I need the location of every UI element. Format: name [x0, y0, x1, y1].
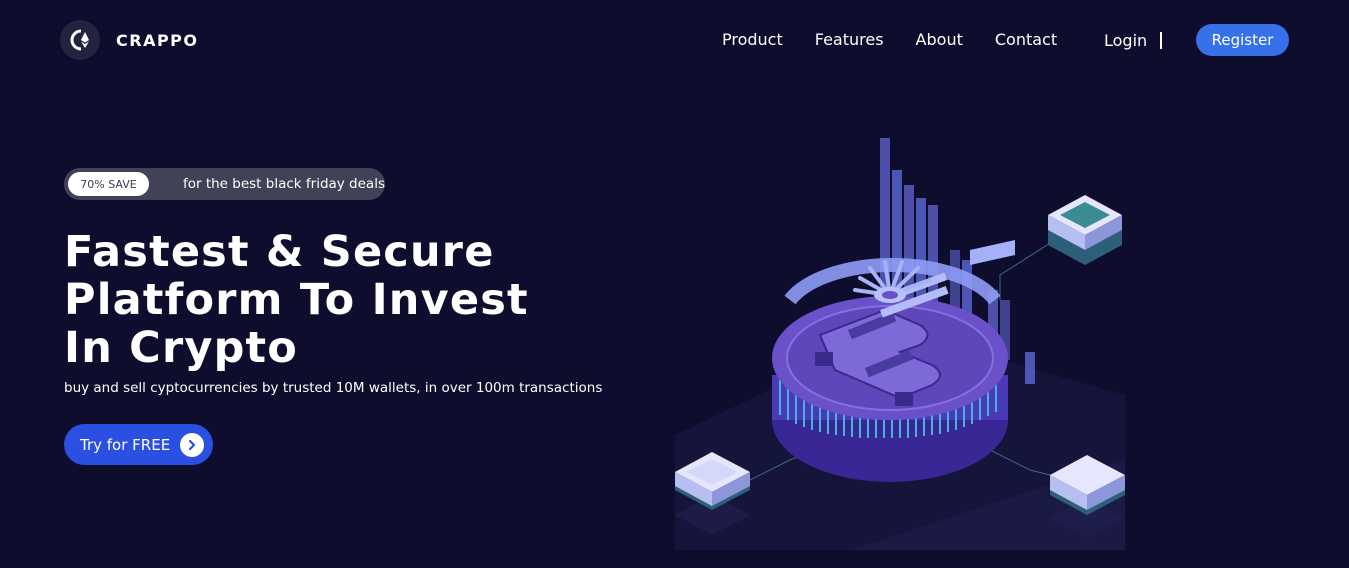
promo-text: for the best black friday deals: [182, 176, 385, 192]
chevron-right-icon: [180, 432, 205, 457]
promo-badge: 70% SAVE for the best black friday deals: [64, 168, 385, 200]
hero-headline: Fastest & Secure Platform To Invest In C…: [64, 227, 529, 373]
register-button[interactable]: Register: [1196, 24, 1289, 56]
nav-link-contact[interactable]: Contact: [995, 30, 1057, 49]
nav-link-features[interactable]: Features: [815, 30, 884, 49]
bitcoin-coin-network-illustration: [675, 138, 1125, 550]
ethereum-icon: [60, 20, 100, 60]
page: CRAPPO Product Features About Contact Lo…: [0, 0, 1349, 568]
nav-link-about[interactable]: About: [916, 30, 963, 49]
top-nav: CRAPPO Product Features About Contact Lo…: [0, 0, 1349, 82]
save-pill: 70% SAVE: [68, 172, 149, 196]
try-free-label: Try for FREE: [80, 435, 171, 454]
login-link[interactable]: Login: [1104, 31, 1147, 50]
hero-subline: buy and sell cyptocurrencies by trusted …: [64, 380, 603, 396]
brand-name: CRAPPO: [116, 30, 199, 50]
try-free-button[interactable]: Try for FREE: [64, 424, 213, 465]
nav-links: Product Features About Contact: [722, 30, 1089, 49]
nav-divider: [1160, 32, 1162, 49]
logo[interactable]: CRAPPO: [60, 20, 199, 60]
nav-link-product[interactable]: Product: [722, 30, 783, 49]
